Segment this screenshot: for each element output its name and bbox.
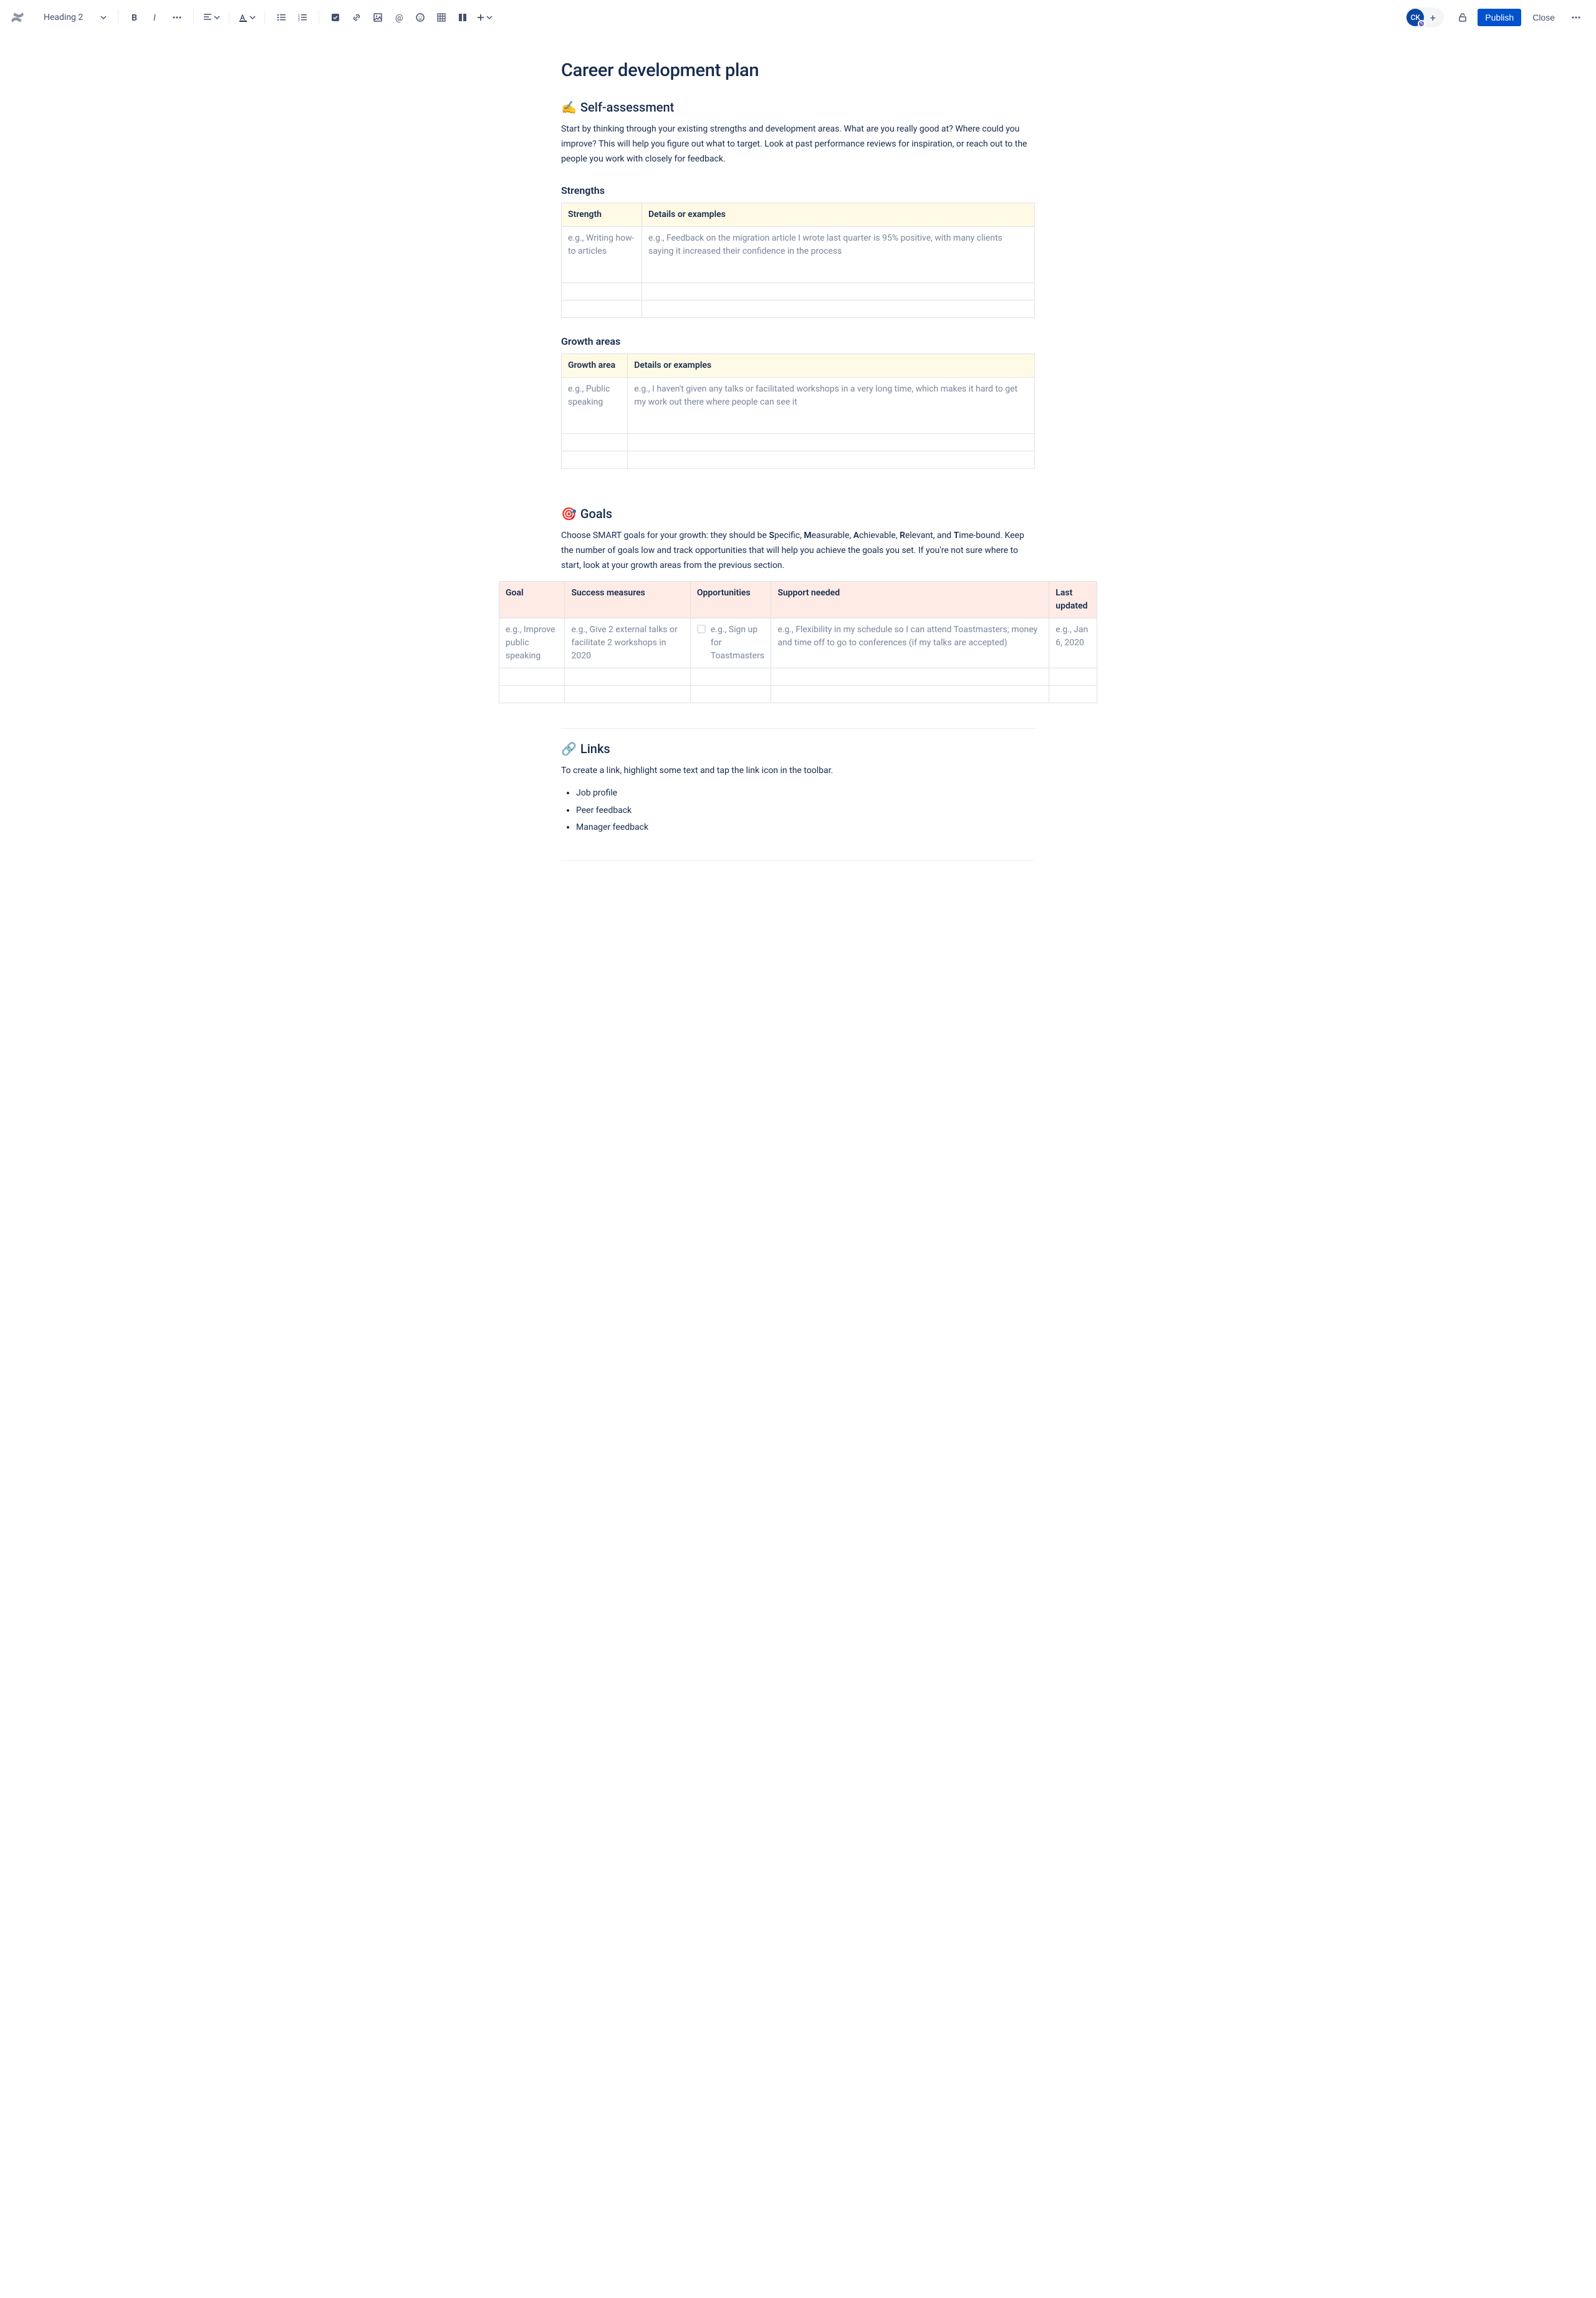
table-cell[interactable]: e.g., Writing how-to articles [562, 226, 642, 282]
table-cell[interactable] [499, 668, 565, 685]
table-cell[interactable] [771, 668, 1049, 685]
goals-heading[interactable]: 🎯Goals [561, 506, 1035, 521]
collaborators: CK ✎ + [1405, 7, 1444, 27]
svg-text:A: A [240, 13, 245, 22]
goals-col-support[interactable]: Support needed [771, 581, 1049, 618]
target-icon: 🎯 [561, 506, 577, 521]
list-item[interactable]: Manager feedback [576, 820, 1035, 835]
svg-text:I: I [153, 13, 156, 22]
emoji-button[interactable] [410, 7, 430, 27]
strengths-col-strength[interactable]: Strength [562, 203, 642, 226]
goals-col-updated[interactable]: Last updated [1049, 581, 1097, 618]
document-body[interactable]: Career development plan ✍️Self-assessmen… [561, 35, 1035, 923]
growth-col-area[interactable]: Growth area [562, 353, 628, 377]
goals-table[interactable]: Goal Success measures Opportunities Supp… [499, 581, 1097, 703]
table-cell[interactable] [628, 451, 1035, 468]
chevron-down-icon [214, 14, 220, 21]
chevron-down-icon [249, 14, 256, 21]
table-cell[interactable] [642, 300, 1035, 317]
links-list[interactable]: Job profile Peer feedback Manager feedba… [561, 786, 1035, 835]
chevron-down-icon [100, 14, 107, 21]
layouts-button[interactable] [453, 7, 473, 27]
editor-toolbar: Heading 2 B I A 123 @ [0, 0, 1596, 35]
table-cell[interactable]: e.g., Public speaking [562, 377, 628, 433]
table-cell[interactable] [562, 282, 642, 300]
more-actions-button[interactable] [1566, 7, 1586, 27]
table-cell[interactable] [690, 668, 771, 685]
action-item-button[interactable] [325, 7, 345, 27]
table-cell[interactable]: e.g., Sign up for Toastmasters [690, 618, 771, 668]
strengths-col-details[interactable]: Details or examples [642, 203, 1035, 226]
growth-heading[interactable]: Growth areas [561, 335, 1035, 347]
table-cell[interactable]: e.g., Feedback on the migration article … [642, 226, 1035, 282]
close-button[interactable]: Close [1526, 9, 1561, 26]
link-button[interactable] [347, 7, 367, 27]
svg-text:B: B [132, 13, 137, 22]
alignment-button[interactable] [200, 7, 223, 27]
table-cell[interactable]: e.g., Jan 6, 2020 [1049, 618, 1097, 668]
table-cell[interactable]: e.g., Improve public speaking [499, 618, 565, 668]
growth-col-details[interactable]: Details or examples [628, 353, 1035, 377]
checkbox[interactable] [697, 625, 706, 633]
image-button[interactable] [368, 7, 388, 27]
table-cell[interactable] [690, 685, 771, 703]
links-intro[interactable]: To create a link, highlight some text an… [561, 764, 1035, 779]
links-heading[interactable]: 🔗Links [561, 741, 1035, 756]
table-cell[interactable] [562, 300, 642, 317]
text-style-label: Heading 2 [44, 12, 83, 22]
table-cell[interactable] [562, 433, 628, 451]
text-style-selector[interactable]: Heading 2 [39, 7, 112, 27]
strengths-heading[interactable]: Strengths [561, 185, 1035, 196]
mention-button[interactable]: @ [389, 7, 409, 27]
table-cell[interactable] [771, 685, 1049, 703]
numbered-list-button[interactable]: 123 [292, 7, 312, 27]
goals-col-goal[interactable]: Goal [499, 581, 565, 618]
bullet-list-button[interactable] [271, 7, 291, 27]
page-title[interactable]: Career development plan [561, 60, 1035, 81]
table-cell[interactable] [1049, 685, 1097, 703]
link-emoji-icon: 🔗 [561, 741, 577, 756]
bold-button[interactable]: B [125, 7, 145, 27]
restrictions-button[interactable] [1453, 7, 1473, 27]
table-cell[interactable] [499, 685, 565, 703]
growth-table[interactable]: Growth area Details or examples e.g., Pu… [561, 353, 1035, 469]
goals-col-opportunities[interactable]: Opportunities [690, 581, 771, 618]
goals-intro[interactable]: Choose SMART goals for your growth: they… [561, 529, 1035, 574]
table-button[interactable] [431, 7, 451, 27]
avatar-presence-icon: ✎ [1418, 20, 1425, 27]
add-collaborator-button[interactable]: + [1425, 10, 1440, 25]
confluence-logo [10, 10, 25, 25]
divider [561, 860, 1035, 861]
table-cell[interactable] [562, 451, 628, 468]
insert-more-button[interactable] [474, 7, 495, 27]
table-cell[interactable]: e.g., I haven't given any talks or facil… [628, 377, 1035, 433]
writing-hand-icon: ✍️ [561, 100, 577, 115]
table-cell[interactable] [628, 433, 1035, 451]
italic-button[interactable]: I [146, 7, 166, 27]
svg-text:3: 3 [298, 19, 300, 22]
divider [561, 728, 1035, 729]
goals-col-success[interactable]: Success measures [565, 581, 690, 618]
table-cell[interactable]: e.g., Flexibility in my schedule so I ca… [771, 618, 1049, 668]
self-assessment-intro[interactable]: Start by thinking through your existing … [561, 122, 1035, 167]
user-avatar[interactable]: CK ✎ [1406, 9, 1424, 26]
list-item[interactable]: Job profile [576, 786, 1035, 801]
text-color-button[interactable]: A [236, 7, 258, 27]
publish-button[interactable]: Publish [1478, 9, 1521, 26]
svg-text:@: @ [395, 13, 403, 22]
list-item[interactable]: Peer feedback [576, 804, 1035, 819]
more-formatting-button[interactable] [167, 7, 187, 27]
self-assessment-heading[interactable]: ✍️Self-assessment [561, 100, 1035, 115]
table-cell[interactable] [565, 668, 690, 685]
strengths-table[interactable]: Strength Details or examples e.g., Writi… [561, 203, 1035, 318]
table-cell[interactable] [642, 282, 1035, 300]
table-cell[interactable] [565, 685, 690, 703]
chevron-down-icon [486, 14, 493, 21]
table-cell[interactable] [1049, 668, 1097, 685]
table-cell[interactable]: e.g., Give 2 external talks or facilitat… [565, 618, 690, 668]
